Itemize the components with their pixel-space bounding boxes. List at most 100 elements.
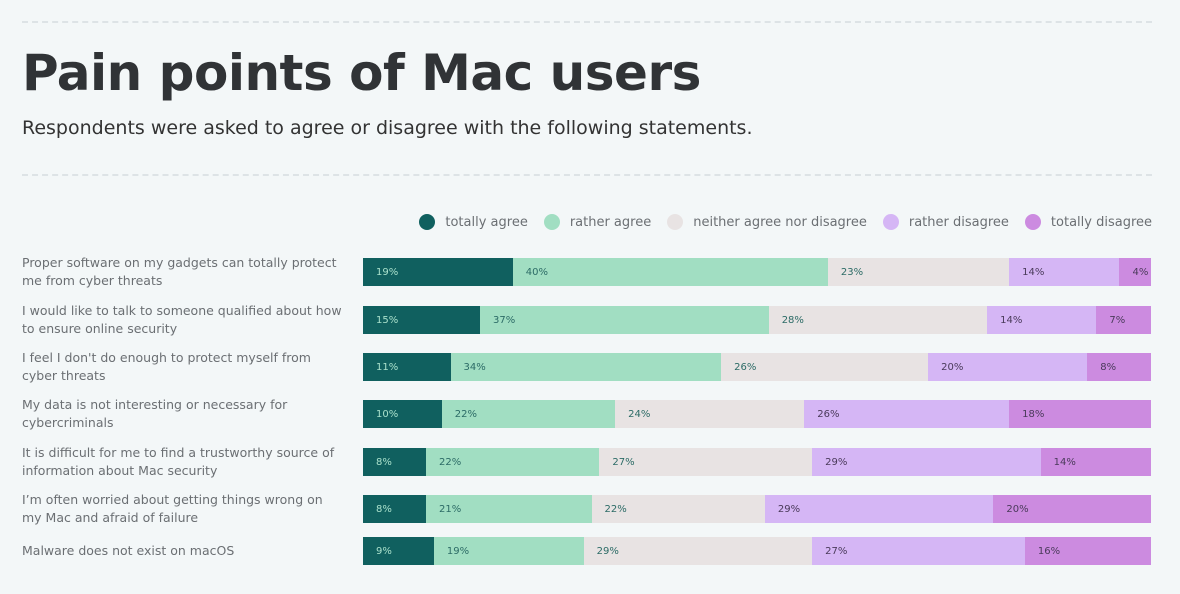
category-label: Proper software on my gadgets can totall… xyxy=(22,255,337,288)
bar-segment: 24% xyxy=(615,400,805,428)
legend-label: totally agree xyxy=(445,214,528,230)
data-label: 23% xyxy=(840,266,864,278)
data-label: 29% xyxy=(777,503,801,515)
legend-label: rather agree xyxy=(569,214,652,230)
data-label: 24% xyxy=(628,408,651,420)
data-label: 29% xyxy=(825,456,848,468)
data-label: 10% xyxy=(376,408,399,420)
data-label: 22% xyxy=(454,408,478,420)
data-label: 14% xyxy=(1000,314,1023,326)
bar-segment: 28% xyxy=(768,306,988,334)
data-label: 19% xyxy=(446,545,470,557)
legend-swatch-icon xyxy=(1024,214,1041,230)
chart-subtitle: Respondents were asked to agree or disag… xyxy=(22,117,753,139)
bar-segment: 8% xyxy=(363,495,427,523)
bar-segment: 37% xyxy=(480,306,769,334)
data-label: 37% xyxy=(493,314,516,326)
bar-segment: 29% xyxy=(764,495,994,523)
bar-segment: 14% xyxy=(1009,258,1120,286)
bar-segment: 23% xyxy=(827,258,1010,286)
category-label: Malware does not exist on macOS xyxy=(22,543,235,558)
data-label: 20% xyxy=(941,361,964,373)
data-label: 8% xyxy=(376,503,392,515)
data-label: 28% xyxy=(781,314,804,326)
data-label: 29% xyxy=(596,545,619,557)
bar-segment: 26% xyxy=(721,353,929,381)
bar-segment: 14% xyxy=(1040,448,1151,476)
bar-segment: 20% xyxy=(928,353,1088,381)
data-label: 9% xyxy=(376,545,392,557)
legend-item: rather disagree xyxy=(882,214,1009,230)
data-label: 16% xyxy=(1037,545,1061,557)
bar-segment: 29% xyxy=(583,537,813,565)
legend-swatch-icon xyxy=(419,214,436,230)
legend-item: totally disagree xyxy=(1024,214,1152,230)
legend-label: neither agree nor disagree xyxy=(693,214,867,230)
bar-segment: 7% xyxy=(1096,306,1151,334)
data-label: 40% xyxy=(525,266,548,278)
category-label: I’m often worried about getting things w… xyxy=(22,492,323,525)
bar-segment: 10% xyxy=(363,400,442,428)
bar-segment: 19% xyxy=(363,258,513,286)
legend-item: rather agree xyxy=(543,214,652,230)
bar-segment: 11% xyxy=(363,353,451,381)
bar-segment: 14% xyxy=(987,306,1097,334)
bar-segment: 40% xyxy=(512,258,828,286)
data-label: 18% xyxy=(1022,408,1045,420)
legend-swatch-icon xyxy=(543,214,560,230)
category-label: My data is not interesting or necessary … xyxy=(22,397,288,430)
data-label: 19% xyxy=(376,266,399,278)
bar-segment: 18% xyxy=(1009,400,1151,428)
stacked-bar: 19% 40% 23% 14% 4% xyxy=(363,258,1151,286)
stacked-bar: 10% 22% 24% 26% 18% xyxy=(363,400,1151,428)
stacked-bar: 9% 19% 29% 27% 16% xyxy=(363,537,1151,565)
data-label: 34% xyxy=(463,361,486,373)
data-label: 26% xyxy=(817,408,840,420)
bar-segment: 8% xyxy=(363,448,427,476)
data-label: 4% xyxy=(1132,266,1149,278)
category-label: I feel I don't do enough to protect myse… xyxy=(22,350,311,383)
legend-label: rather disagree xyxy=(908,214,1009,230)
data-label: 14% xyxy=(1022,266,1045,278)
bar-segment: 16% xyxy=(1024,537,1151,565)
stacked-bar: 8% 22% 27% 29% 14% xyxy=(363,448,1151,476)
legend-item: neither agree nor disagree xyxy=(667,214,867,230)
stacked-bar: 11% 34% 26% 20% 8% xyxy=(363,353,1151,381)
bar-segment: 29% xyxy=(812,448,1041,476)
data-label: 8% xyxy=(376,456,392,468)
bar-segment: 27% xyxy=(812,537,1025,565)
bar-segment: 26% xyxy=(804,400,1010,428)
data-label: 26% xyxy=(734,361,757,373)
bar-segment: 22% xyxy=(591,495,765,523)
bar-segment: 21% xyxy=(426,495,592,523)
data-label: 15% xyxy=(376,314,399,326)
data-label: 22% xyxy=(439,456,462,468)
data-label: 22% xyxy=(604,503,627,515)
bar-segment: 20% xyxy=(993,495,1151,523)
legend: totally agree rather agree neither agree n… xyxy=(419,214,1152,230)
bar-segment: 8% xyxy=(1087,353,1151,381)
chart-title: Pain points of Mac users xyxy=(22,44,701,102)
stacked-bar: 8% 21% 22% 29% 20% xyxy=(363,495,1151,523)
data-label: 8% xyxy=(1100,361,1117,373)
header-divider xyxy=(22,174,1152,176)
bar-segment: 19% xyxy=(433,537,584,565)
legend-swatch-icon xyxy=(882,214,899,230)
data-label: 14% xyxy=(1053,456,1076,468)
data-label: 20% xyxy=(1006,503,1029,515)
bar-segment: 34% xyxy=(450,353,722,381)
legend-item: totally agree xyxy=(419,214,528,230)
data-label: 11% xyxy=(376,361,399,373)
data-label: 21% xyxy=(439,503,462,515)
data-label: 27% xyxy=(612,456,635,468)
top-divider xyxy=(22,21,1152,23)
data-label: 7% xyxy=(1109,314,1126,326)
bar-segment: 4% xyxy=(1119,258,1151,286)
legend-swatch-icon xyxy=(667,214,684,230)
bar-segment: 27% xyxy=(599,448,813,476)
data-label: 27% xyxy=(825,545,848,557)
category-label: I would like to talk to someone qualifie… xyxy=(22,303,342,336)
bar-segment: 22% xyxy=(441,400,616,428)
stacked-bar: 15% 37% 28% 14% 7% xyxy=(363,306,1151,334)
category-label: It is difficult for me to find a trustwo… xyxy=(22,445,335,478)
